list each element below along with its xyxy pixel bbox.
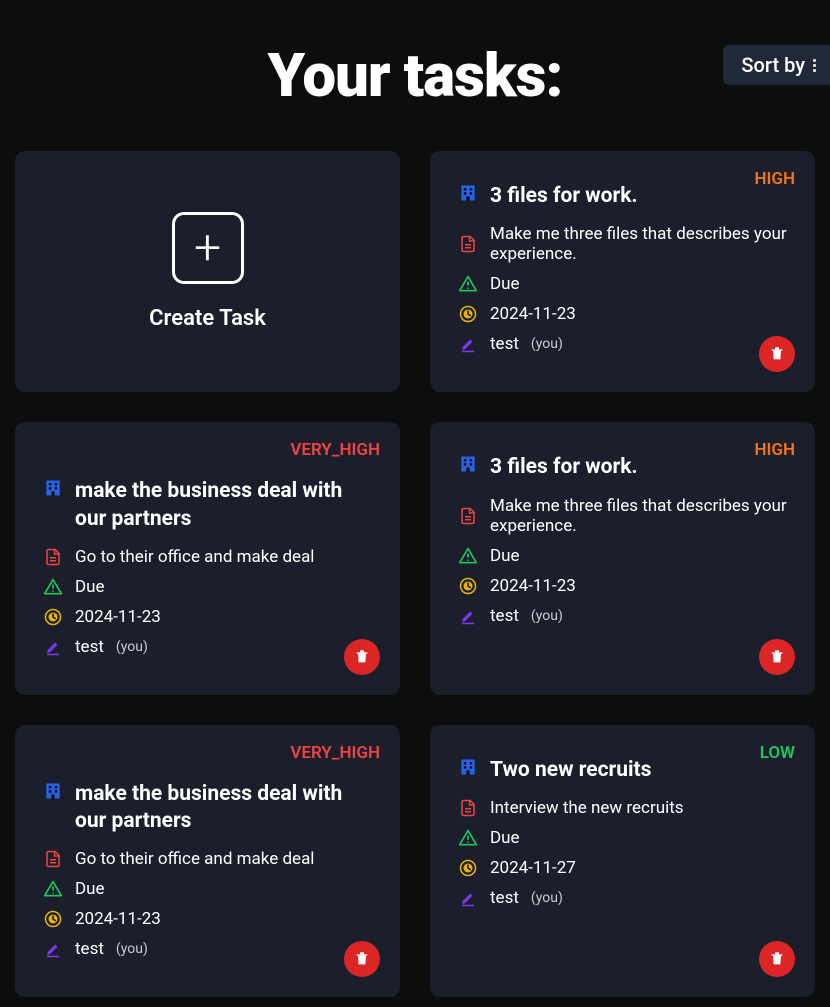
sort-by-button[interactable]: Sort by (723, 45, 830, 85)
file-icon (458, 798, 478, 818)
trash-icon (769, 649, 785, 665)
task-description: Interview the new recruits (490, 798, 684, 818)
due-label: Due (490, 828, 520, 848)
task-title: make the business deal with our partners (75, 478, 372, 533)
trash-icon (354, 951, 370, 967)
building-icon (458, 183, 478, 203)
task-description: Go to their office and make deal (75, 547, 314, 567)
warning-icon (458, 274, 478, 294)
warning-icon (458, 828, 478, 848)
task-date: 2024-11-23 (75, 607, 161, 627)
task-card[interactable]: HIGH 3 files for work. Make me three files… (430, 151, 815, 392)
task-user: test (490, 334, 519, 354)
trash-icon (769, 346, 785, 362)
you-indicator: (you) (531, 890, 563, 906)
clock-icon (458, 858, 478, 878)
priority-badge: LOW (760, 743, 795, 763)
pencil-icon (458, 334, 478, 354)
task-user: test (75, 939, 104, 959)
delete-button[interactable] (759, 639, 795, 675)
task-card[interactable]: HIGH 3 files for work. Make me three files… (430, 422, 815, 695)
warning-icon (458, 546, 478, 566)
delete-button[interactable] (344, 941, 380, 977)
task-title: 3 files for work. (490, 454, 638, 481)
task-card[interactable]: VERY_HIGHmake the business deal with our… (15, 422, 400, 695)
task-card[interactable]: VERY_HIGHmake the business deal with our… (15, 725, 400, 998)
clock-icon (458, 304, 478, 324)
task-title: Two new recruits (490, 757, 651, 784)
priority-badge: HIGH (754, 169, 795, 189)
you-indicator: (you) (531, 336, 563, 352)
due-label: Due (75, 577, 105, 597)
task-description: Go to their office and make deal (75, 849, 314, 869)
sort-by-label: Sort by (741, 53, 805, 77)
pencil-icon (458, 606, 478, 626)
task-date: 2024-11-23 (75, 909, 161, 929)
due-label: Due (75, 879, 105, 899)
priority-badge: HIGH (754, 440, 795, 460)
pencil-icon (43, 939, 63, 959)
clock-icon (43, 607, 63, 627)
delete-button[interactable] (759, 336, 795, 372)
task-date: 2024-11-23 (490, 304, 576, 324)
building-icon (458, 757, 478, 777)
you-indicator: (you) (116, 941, 148, 957)
warning-icon (43, 577, 63, 597)
task-card[interactable]: LOW Two new recruits Interview the new rec… (430, 725, 815, 998)
menu-dots-icon (813, 59, 816, 72)
you-indicator: (you) (531, 608, 563, 624)
plus-icon: + (172, 212, 244, 284)
task-description: Make me three files that describes your … (490, 224, 787, 264)
task-user: test (490, 888, 519, 908)
file-icon (43, 547, 63, 567)
clock-icon (43, 909, 63, 929)
task-user: test (75, 637, 104, 657)
priority-badge: VERY_HIGH (290, 440, 380, 460)
priority-badge: VERY_HIGH (290, 743, 380, 763)
building-icon (43, 781, 63, 801)
due-label: Due (490, 274, 520, 294)
create-task-card[interactable]: + Create Task (15, 151, 400, 392)
trash-icon (769, 951, 785, 967)
file-icon (458, 506, 478, 526)
create-task-label: Create Task (149, 306, 266, 331)
file-icon (458, 234, 478, 254)
task-date: 2024-11-23 (490, 576, 576, 596)
building-icon (43, 478, 63, 498)
trash-icon (354, 649, 370, 665)
delete-button[interactable] (759, 941, 795, 977)
task-title: make the business deal with our partners (75, 781, 372, 836)
pencil-icon (43, 637, 63, 657)
due-label: Due (490, 546, 520, 566)
task-user: test (490, 606, 519, 626)
clock-icon (458, 576, 478, 596)
page-title: Your tasks: (0, 40, 830, 111)
pencil-icon (458, 888, 478, 908)
task-description: Make me three files that describes your … (490, 496, 787, 536)
building-icon (458, 454, 478, 474)
task-date: 2024-11-27 (490, 858, 576, 878)
delete-button[interactable] (344, 639, 380, 675)
you-indicator: (you) (116, 639, 148, 655)
warning-icon (43, 879, 63, 899)
file-icon (43, 849, 63, 869)
task-title: 3 files for work. (490, 183, 638, 210)
